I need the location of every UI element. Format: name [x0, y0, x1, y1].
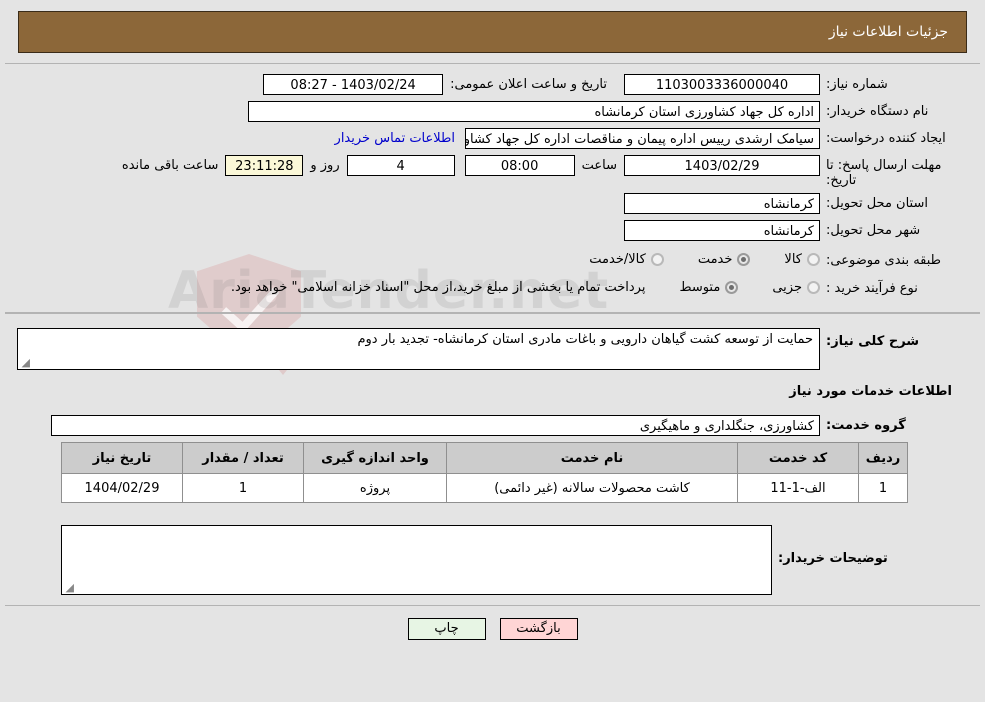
city-value: کرمانشاه	[624, 220, 820, 241]
radio-icon[interactable]	[807, 253, 820, 266]
row-buyer-notes: توضیحات خریدار: ◢	[61, 525, 908, 595]
row-province: استان محل تحویل: کرمانشاه	[17, 193, 952, 215]
back-button[interactable]: بازگشت	[499, 618, 578, 640]
services-section-heading: اطلاعات خدمات مورد نیاز	[789, 384, 952, 399]
row-summary: شرح کلی نیاز: حمایت از توسعه کشت گیاهان …	[17, 328, 952, 370]
deadline-time-label: ساعت	[581, 158, 617, 173]
radio-icon[interactable]	[807, 281, 820, 294]
cell-row-no: 1	[858, 473, 908, 503]
category-option-kala-khedmat[interactable]: کالا/خدمت	[589, 252, 664, 267]
buyer-contact-link[interactable]: اطلاعات تماس خریدار	[335, 128, 455, 146]
deadline-days-value: 4	[346, 155, 455, 176]
row-category: طبقه بندی موضوعی: کالا خدمت کالا/خدمت	[17, 250, 952, 272]
creator-label: ایجاد کننده درخواست:	[826, 131, 946, 146]
table-header-row: ردیف کد خدمت نام خدمت واحد اندازه گیری ت…	[61, 442, 908, 474]
deadline-label: مهلت ارسال پاسخ: تا تاریخ:	[826, 158, 942, 188]
province-label: استان محل تحویل:	[826, 196, 928, 211]
row-need-number: شماره نیاز: 1103003336000040 تاریخ و ساع…	[17, 74, 952, 96]
summary-label: شرح کلی نیاز:	[826, 334, 920, 349]
row-city: شهر محل تحویل: کرمانشاه	[17, 220, 952, 242]
announce-datetime-value: 1403/02/24 - 08:27	[263, 74, 444, 95]
th-unit: واحد اندازه گیری	[303, 442, 447, 474]
footer-actions: بازگشت چاپ	[0, 618, 985, 640]
print-button[interactable]: چاپ	[407, 618, 486, 640]
category-radio-group: کالا خدمت کالا/خدمت	[555, 250, 820, 267]
buyer-org-value: اداره کل جهاد کشاورزی استان کرمانشاه	[248, 101, 820, 122]
deadline-countdown-label: ساعت باقی مانده	[121, 158, 219, 173]
category-option-label: کالا/خدمت	[589, 252, 646, 267]
radio-icon-selected[interactable]	[725, 281, 739, 294]
page-title: جزئیات اطلاعات نیاز	[828, 24, 948, 40]
creator-value: سیامک ارشدی رییس اداره پیمان و مناقصات ا…	[465, 128, 820, 149]
category-label: طبقه بندی موضوعی:	[826, 253, 942, 268]
th-row-no: ردیف	[858, 442, 908, 474]
th-need-date: تاریخ نیاز	[61, 442, 183, 474]
cell-unit: پروژه	[303, 473, 447, 503]
table-row: 1 الف-1-11 کاشت محصولات سالانه (غیر دائم…	[61, 473, 908, 503]
purchase-option-motavaset[interactable]: متوسط	[679, 280, 739, 295]
row-creator: ایجاد کننده درخواست: سیامک ارشدی رییس اد…	[17, 128, 952, 150]
category-option-khedmat[interactable]: خدمت	[698, 252, 751, 267]
deadline-days-label: روز و	[310, 158, 340, 173]
radio-icon[interactable]	[650, 253, 664, 266]
category-option-kala[interactable]: کالا	[784, 252, 820, 267]
category-option-label: خدمت	[697, 252, 733, 267]
row-purchase-type: نوع فرآیند خرید : جزیی متوسط پرداخت تمام…	[17, 278, 952, 300]
row-deadline: مهلت ارسال پاسخ: تا تاریخ: 1403/02/29 سا…	[17, 155, 952, 188]
page-title-bar: جزئیات اطلاعات نیاز	[18, 11, 967, 53]
category-option-label: کالا	[784, 252, 802, 267]
service-group-value: کشاورزی، جنگلداری و ماهیگیری	[51, 415, 820, 436]
radio-icon-selected[interactable]	[737, 253, 751, 266]
row-buyer-org: نام دستگاه خریدار: اداره کل جهاد کشاورزی…	[17, 101, 952, 123]
summary-value: حمایت از توسعه کشت گیاهان دارویی و باغات…	[357, 332, 813, 347]
deadline-time-value: 08:00	[464, 155, 575, 176]
resize-grip-icon[interactable]: ◢	[64, 582, 74, 593]
province-value: کرمانشاه	[624, 193, 820, 214]
cell-quantity: 1	[182, 473, 304, 503]
cell-service-code: الف-1-11	[737, 473, 859, 503]
city-label: شهر محل تحویل:	[826, 223, 921, 238]
service-group-label: گروه خدمت:	[826, 418, 906, 433]
need-details-panel: شماره نیاز: 1103003336000040 تاریخ و ساع…	[5, 63, 980, 313]
services-panel: شرح کلی نیاز: حمایت از توسعه کشت گیاهان …	[5, 313, 980, 606]
buyer-org-label: نام دستگاه خریدار:	[826, 104, 929, 119]
need-number-label: شماره نیاز:	[826, 77, 888, 92]
services-table-wrap: ردیف کد خدمت نام خدمت واحد اندازه گیری ت…	[61, 442, 908, 503]
purchase-type-label: نوع فرآیند خرید :	[826, 281, 918, 296]
purchase-type-radio-group: جزیی متوسط	[645, 278, 820, 295]
resize-grip-icon[interactable]: ◢	[20, 357, 30, 368]
summary-textarea: حمایت از توسعه کشت گیاهان دارویی و باغات…	[17, 328, 820, 370]
th-service-name: نام خدمت	[446, 442, 738, 474]
cell-service-name: کاشت محصولات سالانه (غیر دائمی)	[446, 473, 738, 503]
need-number-value: 1103003336000040	[624, 74, 820, 95]
buyer-notes-label: توضیحات خریدار:	[778, 551, 888, 566]
cell-need-date: 1404/02/29	[61, 473, 183, 503]
purchase-option-label: متوسط	[679, 280, 721, 295]
buyer-notes-textarea[interactable]: ◢	[61, 525, 772, 595]
deadline-countdown: 23:11:28	[225, 155, 304, 176]
purchase-type-note: پرداخت تمام یا بخشی از مبلغ خرید،از محل …	[230, 280, 646, 295]
purchase-option-jozei[interactable]: جزیی	[772, 280, 820, 295]
announce-datetime-label: تاریخ و ساعت اعلان عمومی:	[450, 77, 607, 92]
services-table: ردیف کد خدمت نام خدمت واحد اندازه گیری ت…	[61, 442, 908, 503]
purchase-option-label: جزیی	[772, 280, 802, 295]
row-service-group: گروه خدمت: کشاورزی، جنگلداری و ماهیگیری	[17, 415, 952, 437]
buyer-notes-value	[62, 526, 771, 532]
th-service-code: کد خدمت	[737, 442, 859, 474]
deadline-date-value: 1403/02/29	[624, 155, 820, 176]
th-quantity: تعداد / مقدار	[182, 442, 304, 474]
